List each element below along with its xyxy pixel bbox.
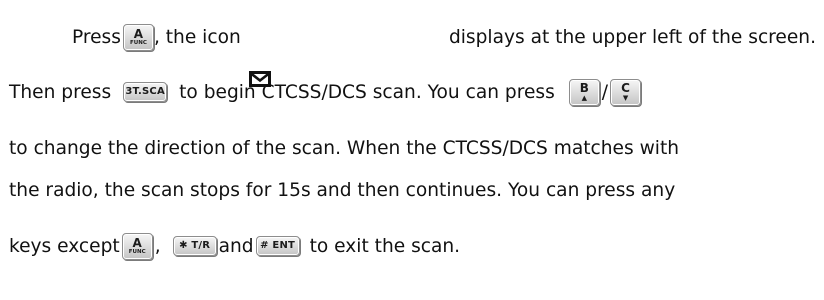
- line5-exit-text: to exit the scan.: [309, 235, 461, 257]
- line1-rest-text: displays at the upper left of the screen…: [448, 26, 816, 48]
- a-func-key-icon-2: A FUNC: [121, 232, 153, 260]
- text-line-3: to change the direction of the scan. Whe…: [9, 130, 819, 166]
- text-line-4: the radio, the scan stops for 15s and th…: [9, 172, 819, 208]
- manual-page: Press A FUNC , the icon displays at the …: [0, 0, 824, 300]
- hash-ent-key-icon: # ENT: [255, 236, 300, 256]
- line5-keys-except-text: keys except: [9, 235, 120, 257]
- text-line-1: Press A FUNC , the icon displays at the …: [0, 19, 824, 87]
- line5-comma-text: ,: [154, 235, 161, 257]
- line2-scan-text: to begin CTCSS/DCS scan. You can press: [179, 81, 555, 103]
- 3-tsca-key-icon: 3T.SCA: [123, 82, 168, 102]
- c-down-key-icon: C ▼: [610, 78, 642, 106]
- text-line-2: Then press 3T.SCA to begin CTCSS/DCS sca…: [9, 74, 809, 110]
- star-tr-key-icon: ✱ T/R: [172, 236, 217, 256]
- line2-slash-text: /: [601, 81, 609, 103]
- text-line-5: keys except A FUNC , ✱ T/R and # ENT to …: [9, 228, 609, 264]
- line2-then-press-text: Then press: [9, 81, 112, 103]
- envelope-icon: [248, 29, 271, 87]
- line3-text: to change the direction of the scan. Whe…: [9, 137, 680, 159]
- line5-and-text: and: [218, 235, 254, 257]
- line4-text: the radio, the scan stops for 15s and th…: [9, 179, 676, 201]
- line1-icon-text: , the icon: [153, 26, 241, 48]
- line1-left: Press A FUNC , the icon: [72, 23, 271, 87]
- a-func-key-icon: A FUNC: [122, 23, 154, 51]
- line1-press-text: Press: [72, 26, 121, 48]
- b-up-key-icon: B ▲: [568, 78, 600, 106]
